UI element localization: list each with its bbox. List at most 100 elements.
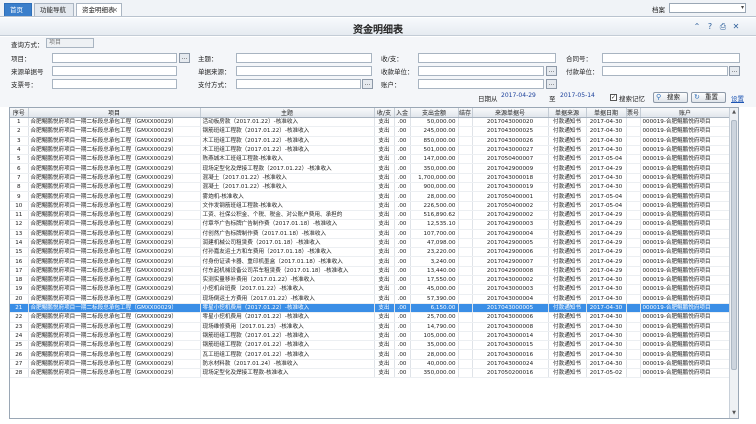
table-row[interactable]: 1 合肥鲲鹏悦府项目一期二标段总承包工程（GMXX00029） 活动板房款（2017…	[10, 117, 731, 128]
table-cell: 13,440.00	[410, 266, 459, 277]
column-header[interactable]: 来源单据号	[472, 108, 549, 118]
vertical-scrollbar[interactable]: ▲ ▼	[729, 108, 738, 418]
pay-method-input[interactable]	[236, 79, 361, 89]
table-row[interactable]: 16 合肥鲲鹏悦府项目一期二标段总承包工程（GMXX00029） 付身份证读卡器、重…	[10, 256, 731, 267]
close-icon[interactable]: ×	[112, 4, 118, 16]
table-row[interactable]: 27 合肥鲲鹏悦府项目一期二标段总承包工程（GMXX00029） 防水材料款（201…	[10, 359, 731, 370]
table-row[interactable]: 23 合肥鲲鹏悦府项目一期二标段总承包工程（GMXX00029） 现场维修费用（20…	[10, 322, 731, 332]
account-input[interactable]	[418, 79, 544, 89]
column-header[interactable]: 收/支	[374, 108, 395, 118]
table-row[interactable]: 6 合肥鲲鹏悦府项目一期二标段总承包工程（GMXX00029） 现场定型化及焊接工程…	[10, 163, 731, 174]
subject-input[interactable]	[236, 53, 372, 63]
reset-button[interactable]: ↻ 重置	[691, 92, 726, 103]
table-cell: 支出	[374, 210, 395, 221]
table-row[interactable]: 22 合肥鲲鹏悦府项目一期二标段总承包工程（GMXX00029） 零星小挖机费用（2…	[10, 312, 731, 323]
table-row[interactable]: 28 合肥鲲鹏悦府项目一期二标段总承包工程（GMXX00029） 现场定型化及焊接工…	[10, 368, 731, 379]
column-header[interactable]: 入金	[394, 108, 411, 118]
table-cell	[626, 303, 641, 314]
scrollbar-thumb[interactable]	[731, 120, 737, 370]
scroll-up-icon[interactable]: ▲	[730, 108, 738, 117]
table-cell: .00	[394, 275, 411, 286]
table-cell: 2017-04-29	[586, 266, 627, 277]
table-row[interactable]: 9 合肥鲲鹏悦府项目一期二标段总承包工程（GMXX00029） 雾炮机-核准收入 支出…	[10, 191, 731, 202]
date-from-input[interactable]: 2017-04-29	[499, 92, 547, 102]
column-header[interactable]: 账户	[640, 108, 731, 118]
table-row[interactable]: 15 合肥鲲鹏悦府项目一期二标段总承包工程（GMXX00029） 付孙嘉友运土方和车…	[10, 247, 731, 258]
table-cell: 2017050400001	[472, 191, 549, 202]
pay-no-input[interactable]	[52, 79, 177, 89]
table-cell: 5	[10, 154, 29, 165]
project-input[interactable]	[52, 53, 177, 63]
table-cell: .00	[394, 238, 411, 249]
table-cell: 2017043000002	[472, 275, 549, 286]
contract-input[interactable]	[602, 53, 740, 63]
doc-source-select[interactable]	[236, 66, 372, 76]
account-lookup-button[interactable]: ...	[546, 79, 557, 89]
table-cell: 支出	[374, 201, 395, 211]
table-row[interactable]: 8 合肥鲲鹏悦府项目一期二标段总承包工程（GMXX00029） 混凝土（2017.0…	[10, 182, 731, 193]
table-row[interactable]: 21 合肥鲲鹏悦府项目一期二标段总承包工程（GMXX00029） 零星小挖机费用（2…	[10, 303, 731, 314]
table-cell: 合肥鲲鹏悦府项目一期二标段总承包工程（GMXX00029）	[28, 117, 201, 128]
table-cell	[458, 229, 473, 239]
column-header[interactable]: 项目	[28, 108, 201, 118]
table-row[interactable]: 20 合肥鲲鹏悦府项目一期二标段总承包工程（GMXX00029） 现场倒运土方费用（…	[10, 294, 731, 304]
archive-select[interactable]: ▾	[669, 3, 746, 13]
column-header[interactable]: 结存	[458, 108, 473, 118]
table-row[interactable]: 12 合肥鲲鹏悦府项目一期二标段总承包工程（GMXX00029） 付章华广告标牌广告…	[10, 219, 731, 230]
table-cell: 付款通知书	[548, 238, 587, 249]
collapse-up-icon[interactable]: ⌃	[692, 22, 702, 32]
source-no-input[interactable]	[52, 66, 177, 76]
table-row[interactable]: 3 合肥鲲鹏悦府项目一期二标段总承包工程（GMXX00029） 木工班组工程款（20…	[10, 136, 731, 146]
source-no-label: 来源单据号	[11, 68, 44, 76]
column-header[interactable]: 主题	[200, 108, 375, 118]
search-button-label: 搜索	[667, 93, 680, 101]
column-header[interactable]: 单据日期	[586, 108, 627, 118]
table-row[interactable]: 24 合肥鲲鹏悦府项目一期二标段总承包工程（GMXX00029） 钢筋班组工程款（2…	[10, 331, 731, 342]
tab-fund-detail[interactable]: 资金明细表 ×	[76, 3, 122, 16]
settings-link[interactable]: 设置	[731, 93, 744, 103]
table-row[interactable]: 14 合肥鲲鹏悦府项目一期二标段总承包工程（GMXX00029） 润建机械公司租赁费…	[10, 238, 731, 249]
table-row[interactable]: 4 合肥鲲鹏悦府项目一期二标段总承包工程（GMXX00029） 木工班组工程款（20…	[10, 145, 731, 156]
table-row[interactable]: 18 合肥鲲鹏悦府项目一期二标段总承包工程（GMXX00029） 实测实量移补费用（…	[10, 275, 731, 286]
income-expense-select[interactable]	[418, 53, 556, 63]
table-row[interactable]: 11 合肥鲲鹏悦府项目一期二标段总承包工程（GMXX00029） 工资、社保公积金、…	[10, 210, 731, 221]
column-header[interactable]: 支出金额	[410, 108, 459, 118]
table-row[interactable]: 26 合肥鲲鹏悦府项目一期二标段总承包工程（GMXX00029） 瓦工班组工程款（2…	[10, 349, 731, 360]
table-row[interactable]: 19 合肥鲲鹏悦府项目一期二标段总承包工程（GMXX00029） 小挖机台班费（20…	[10, 284, 731, 295]
table-row[interactable]: 5 合肥鲲鹏悦府项目一期二标段总承包工程（GMXX00029） 陈燕城木工班组工程款…	[10, 154, 731, 165]
remember-checkbox[interactable]: ✓	[610, 94, 617, 101]
chevron-down-icon: ▾	[740, 4, 744, 11]
receiver-input[interactable]	[418, 66, 544, 76]
table-row[interactable]: 17 合肥鲲鹏悦府项目一期二标段总承包工程（GMXX00029） 付东起机械设备公司…	[10, 266, 731, 277]
column-header[interactable]: 序号	[10, 108, 29, 118]
receiver-lookup-button[interactable]: ...	[546, 66, 557, 76]
table-cell: 支出	[374, 229, 395, 239]
search-button[interactable]: ⚲ 搜索	[653, 92, 688, 103]
table-row[interactable]: 7 合肥鲲鹏悦府项目一期二标段总承包工程（GMXX00029） 混凝土（2017.0…	[10, 173, 731, 184]
table-cell: 2017042900003	[472, 219, 549, 230]
date-to-input[interactable]: 2017-05-14	[558, 92, 606, 102]
table-cell: 润建机械公司租赁费（2017.01.18）-核准收入	[200, 238, 375, 249]
column-header[interactable]: 票号	[626, 108, 641, 118]
payer-input[interactable]	[602, 66, 728, 76]
tab-function-nav[interactable]: 功能导航	[34, 3, 74, 16]
table-row[interactable]: 13 合肥鲲鹏悦府项目一期二标段总承包工程（GMXX00029） 付创然广告标牌制作…	[10, 229, 731, 239]
table-cell	[458, 126, 473, 137]
table-cell: .00	[394, 117, 411, 128]
table-cell: 防水材料款（2017.01.24）-核准收入	[200, 359, 375, 370]
tab-home[interactable]: 首页	[4, 3, 32, 16]
column-header[interactable]: 单据来源	[548, 108, 587, 118]
scroll-down-icon[interactable]: ▼	[730, 409, 738, 418]
table-cell: 50,000.00	[410, 117, 459, 128]
table-cell: 18	[10, 275, 29, 286]
table-row[interactable]: 2 合肥鲲鹏悦府项目一期二标段总承包工程（GMXX00029） 钢筋班组工程款（20…	[10, 126, 731, 137]
print-icon[interactable]: ⎙	[718, 22, 728, 32]
close-page-icon[interactable]: ✕	[731, 22, 741, 32]
pay-method-lookup-button[interactable]: ...	[362, 79, 373, 89]
query-mode-select[interactable]: 项目	[46, 38, 94, 48]
table-row[interactable]: 10 合肥鲲鹏悦府项目一期二标段总承包工程（GMXX00029） 文作发钢筋班组工程…	[10, 201, 731, 211]
help-icon[interactable]: ?	[705, 22, 715, 32]
project-lookup-button[interactable]: ...	[179, 53, 190, 63]
table-row[interactable]: 25 合肥鲲鹏悦府项目一期二标段总承包工程（GMXX00029） 钢筋班组工程款（2…	[10, 340, 731, 351]
payer-lookup-button[interactable]: ...	[729, 66, 740, 76]
